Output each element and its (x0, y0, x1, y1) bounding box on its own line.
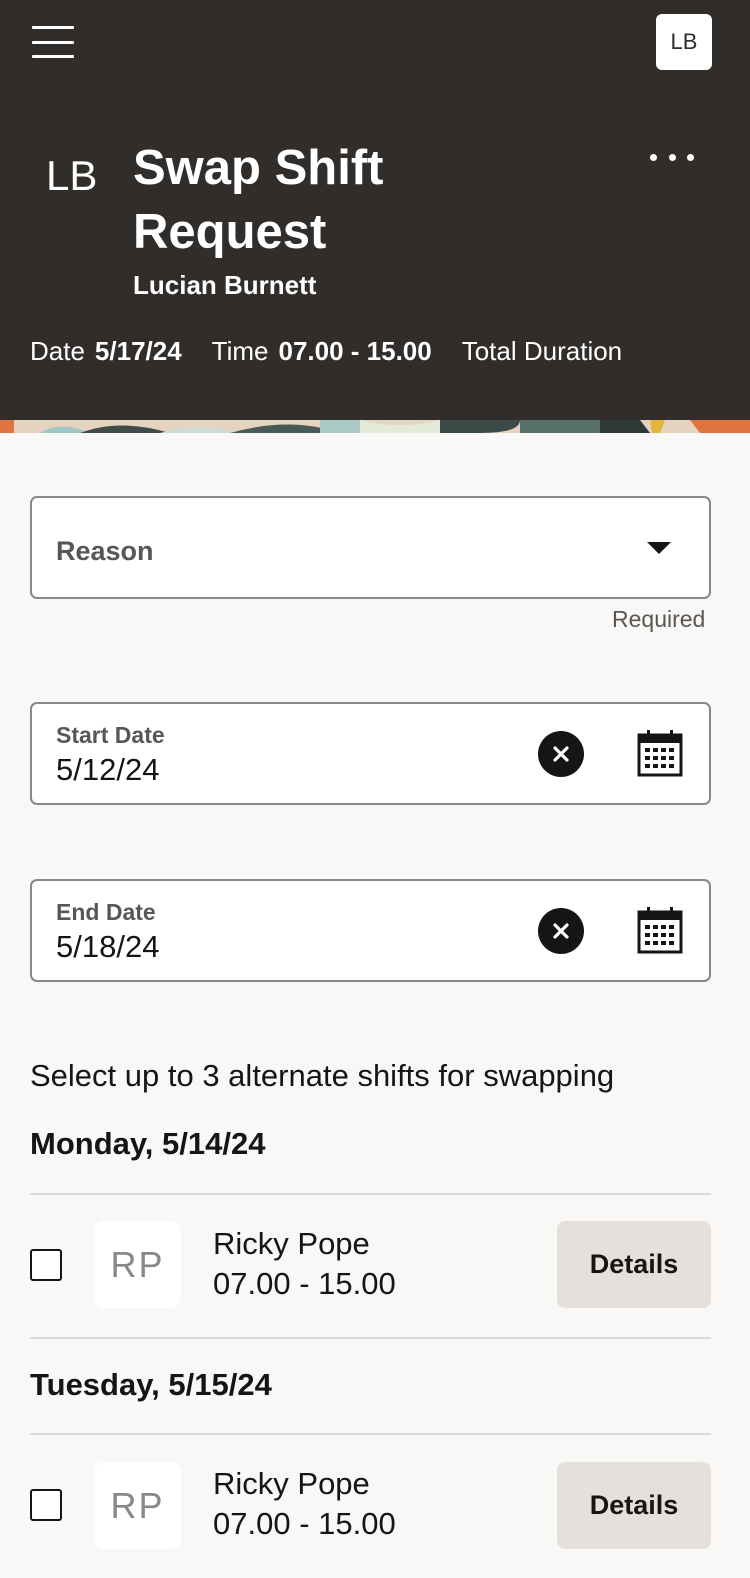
chevron-down-icon (647, 542, 671, 554)
shift-employee-name: Ricky Pope (213, 1226, 370, 1261)
shift-selection-instructions: Select up to 3 alternate shifts for swap… (30, 1058, 615, 1093)
end-date-label: End Date (56, 899, 156, 925)
user-avatar-button[interactable]: LB (656, 14, 712, 70)
hamburger-menu-icon[interactable] (32, 26, 74, 58)
total-duration-label: Total Duration (461, 336, 623, 366)
divider (30, 1337, 711, 1339)
employee-initials: LB (46, 152, 98, 199)
end-date-value[interactable]: 5/18/24 (56, 929, 159, 965)
shift-checkbox[interactable] (30, 1249, 62, 1281)
shift-time: 07.00 - 15.00 (213, 1266, 396, 1301)
details-button[interactable]: Details (557, 1221, 711, 1308)
start-date-field[interactable]: Start Date 5/12/24 (30, 702, 711, 805)
time-value: 07.00 - 15.00 (278, 336, 432, 366)
day-heading: Monday, 5/14/24 (30, 1126, 266, 1161)
avatar: RP (94, 1462, 181, 1549)
more-options-icon[interactable] (650, 140, 694, 174)
clear-icon[interactable] (538, 731, 584, 777)
date-value: 5/17/24 (94, 336, 182, 366)
shift-checkbox[interactable] (30, 1489, 62, 1521)
time-label: Time (211, 336, 269, 366)
clear-icon[interactable] (538, 908, 584, 954)
avatar: RP (94, 1221, 181, 1308)
details-button[interactable]: Details (557, 1462, 711, 1549)
header-art-strip (0, 420, 750, 433)
calendar-icon[interactable] (637, 906, 683, 954)
day-heading: Tuesday, 5/15/24 (30, 1367, 272, 1402)
calendar-icon[interactable] (637, 729, 683, 777)
divider (30, 1433, 711, 1435)
reason-placeholder: Reason (56, 536, 154, 566)
page-title: Swap Shift Request (133, 141, 384, 259)
shift-time: 07.00 - 15.00 (213, 1506, 396, 1541)
page-header: LB LB Swap Shift Request Lucian Burnett … (0, 0, 750, 420)
reason-select[interactable]: Reason (30, 496, 711, 599)
employee-name: Lucian Burnett (133, 270, 317, 300)
shift-meta-row: Date 5/17/24 Time 07.00 - 15.00 Total Durati… (30, 336, 750, 367)
date-label: Date (30, 336, 85, 366)
shift-employee-name: Ricky Pope (213, 1466, 370, 1501)
start-date-label: Start Date (56, 722, 165, 748)
reason-required-hint: Required (612, 606, 706, 632)
start-date-value[interactable]: 5/12/24 (56, 752, 159, 788)
divider (30, 1193, 711, 1195)
end-date-field[interactable]: End Date 5/18/24 (30, 879, 711, 982)
